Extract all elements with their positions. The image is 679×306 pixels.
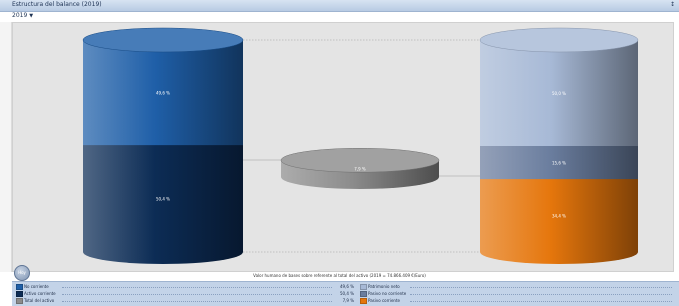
legend-label: No corriente [24, 284, 49, 289]
legend-row: Total del activo 7,9 % Pasivo corriente [12, 297, 679, 304]
legend-row: Activo corriente 50,4 % Pasivo no corrie… [12, 290, 679, 297]
legend-label: Pasivo no corriente [368, 291, 407, 296]
legend-swatch-pasivo-corriente [360, 298, 367, 304]
legend-leader [62, 294, 332, 295]
legend-row: No corriente 49,6 % Patrimonio neto [12, 283, 679, 290]
legend-value: 7,9 % [342, 298, 354, 303]
balance-chart: 49,6 % 50,4 % 50,0 % 15,6 % 34,4 % 7,9 % [82, 27, 639, 264]
cylinder-segment[interactable] [83, 145, 243, 264]
legend-value: 49,6 % [340, 284, 354, 289]
legend-leader [62, 287, 332, 288]
data-label: 49,6 % [156, 91, 170, 96]
data-label: 34,4 % [552, 214, 566, 219]
legend-leader [410, 287, 672, 288]
data-label: 15,6 % [552, 161, 566, 166]
legend-label: Activo corriente [24, 291, 56, 296]
legend-leader [410, 301, 672, 302]
cylinder-segment[interactable] [480, 179, 638, 264]
legend-value: 50,4 % [340, 291, 354, 296]
data-label: 50,0 % [552, 91, 566, 96]
legend-swatch-total-activo [16, 298, 23, 304]
legend-label: Patrimonio neto [368, 284, 400, 289]
legend-leader [62, 301, 332, 302]
data-label: 7,9 % [354, 167, 366, 172]
legend-leader [410, 294, 672, 295]
legend-label: Total del activo [24, 298, 55, 303]
data-label: 50,4 % [156, 197, 170, 202]
legend-panel: No corriente 49,6 % Patrimonio neto Acti… [12, 281, 679, 306]
legend-label: Pasivo corriente [368, 298, 400, 303]
chart-caption: Valor humano de bases sobre referente al… [253, 273, 426, 278]
